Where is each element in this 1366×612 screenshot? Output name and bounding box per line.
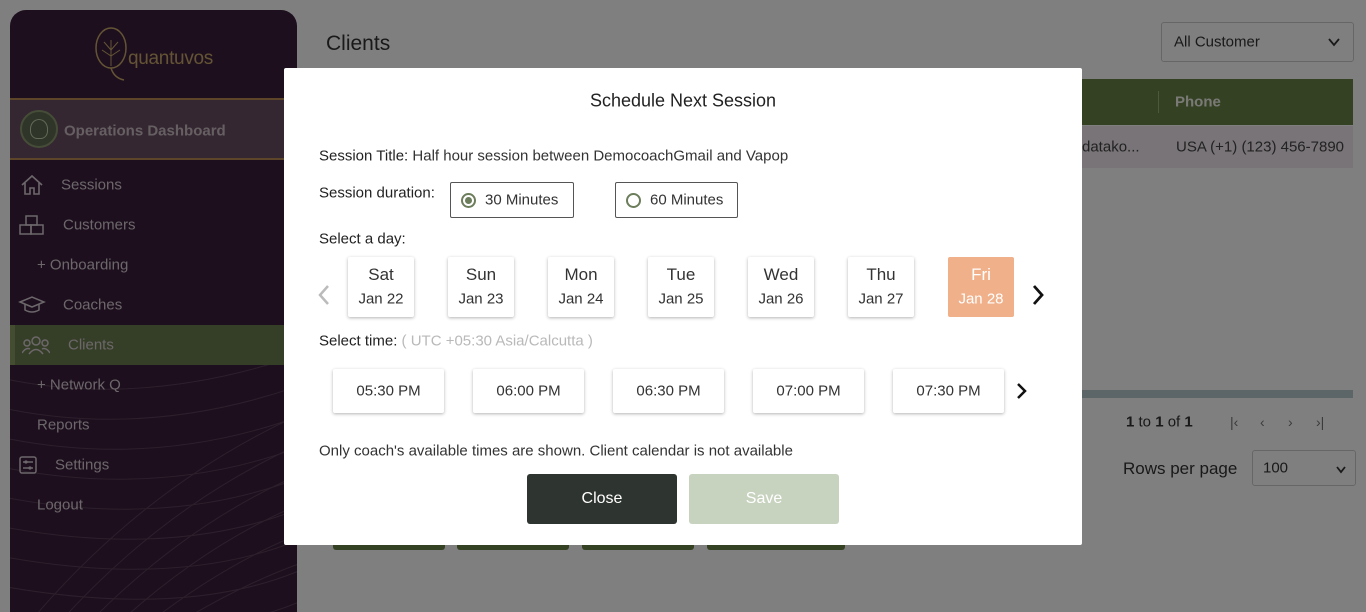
time-slot-label: 06:30 PM bbox=[636, 382, 701, 400]
day-card-selected[interactable]: Fri Jan 28 bbox=[948, 257, 1014, 317]
select-time-row: Select time: ( UTC +05:30 Asia/Calcutta … bbox=[319, 333, 593, 350]
day-name: Fri bbox=[971, 265, 991, 284]
save-button[interactable]: Save bbox=[689, 474, 839, 524]
time-slot[interactable]: 05:30 PM bbox=[333, 369, 444, 413]
day-card[interactable]: Sat Jan 22 bbox=[348, 257, 414, 317]
day-name: Sun bbox=[465, 265, 497, 284]
day-card[interactable]: Thu Jan 27 bbox=[848, 257, 914, 317]
session-title-label: Session Title: bbox=[319, 147, 409, 165]
close-button-label: Close bbox=[581, 490, 623, 507]
day-card[interactable]: Wed Jan 26 bbox=[748, 257, 814, 317]
availability-note: Only coach's available times are shown. … bbox=[319, 442, 793, 460]
timezone-label: ( UTC +05:30 Asia/Calcutta ) bbox=[401, 332, 593, 350]
day-prev-arrow-icon[interactable] bbox=[317, 284, 331, 306]
day-name: Mon bbox=[564, 265, 598, 284]
session-duration-label: Session duration: bbox=[319, 184, 435, 202]
duration-option-60[interactable]: 60 Minutes bbox=[615, 182, 738, 218]
time-slot[interactable]: 06:30 PM bbox=[613, 369, 724, 413]
day-date: Jan 28 bbox=[958, 290, 1004, 308]
duration-option-30[interactable]: 30 Minutes bbox=[450, 182, 574, 218]
duration-option-label: 30 Minutes bbox=[485, 191, 559, 209]
duration-option-label: 60 Minutes bbox=[650, 191, 724, 209]
time-slot[interactable]: 07:30 PM bbox=[893, 369, 1004, 413]
day-card[interactable]: Sun Jan 23 bbox=[448, 257, 514, 317]
session-title-row: Session Title: Half hour session between… bbox=[319, 148, 788, 165]
time-next-arrow-icon[interactable] bbox=[1016, 382, 1028, 400]
radio-selected-icon bbox=[461, 193, 476, 208]
day-card[interactable]: Mon Jan 24 bbox=[548, 257, 614, 317]
schedule-session-modal: Schedule Next Session Session Title: Hal… bbox=[284, 68, 1082, 545]
day-name: Sat bbox=[368, 265, 394, 284]
modal-title: Schedule Next Session bbox=[589, 90, 777, 111]
day-date: Jan 26 bbox=[758, 290, 804, 308]
day-next-arrow-icon[interactable] bbox=[1031, 284, 1045, 306]
day-date: Jan 24 bbox=[558, 290, 604, 308]
day-name: Tue bbox=[666, 265, 696, 284]
time-slot-label: 05:30 PM bbox=[356, 382, 421, 400]
save-button-label: Save bbox=[745, 490, 783, 507]
close-button[interactable]: Close bbox=[527, 474, 677, 524]
day-date: Jan 22 bbox=[358, 290, 404, 308]
day-name: Wed bbox=[763, 265, 799, 284]
time-slot-label: 07:00 PM bbox=[776, 382, 841, 400]
select-day-label: Select a day: bbox=[319, 230, 406, 248]
day-date: Jan 23 bbox=[458, 290, 504, 308]
time-slot[interactable]: 07:00 PM bbox=[753, 369, 864, 413]
day-date: Jan 25 bbox=[658, 290, 704, 308]
radio-unselected-icon bbox=[626, 193, 641, 208]
select-time-label: Select time: bbox=[319, 332, 398, 350]
time-slot[interactable]: 06:00 PM bbox=[473, 369, 584, 413]
day-date: Jan 27 bbox=[858, 290, 904, 308]
session-title-value: Half hour session between DemocoachGmail… bbox=[412, 147, 789, 165]
time-slot-label: 06:00 PM bbox=[496, 382, 561, 400]
day-name: Thu bbox=[866, 265, 896, 284]
day-card[interactable]: Tue Jan 25 bbox=[648, 257, 714, 317]
time-slot-label: 07:30 PM bbox=[916, 382, 981, 400]
